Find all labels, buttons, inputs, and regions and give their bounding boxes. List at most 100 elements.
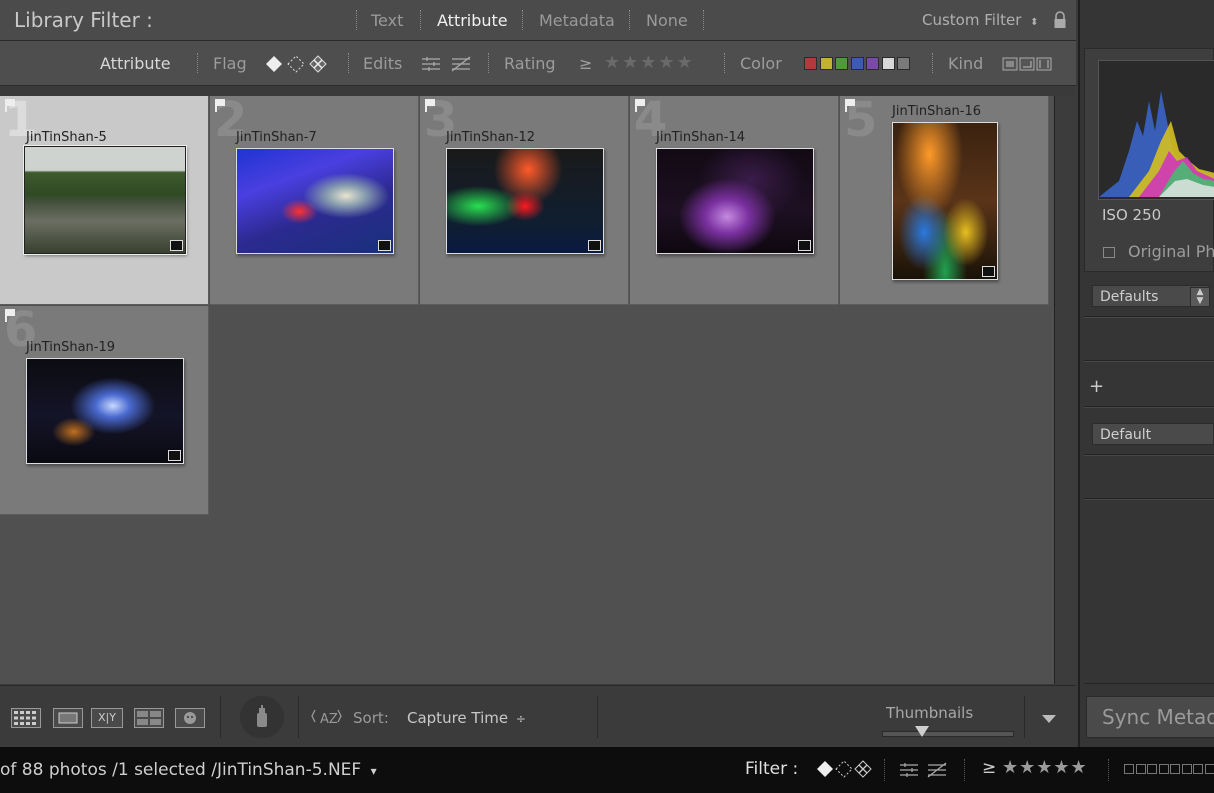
photo-thumbnail[interactable] — [26, 358, 184, 464]
status-color-swatch[interactable] — [1204, 764, 1214, 774]
divider — [1108, 759, 1109, 781]
flag-label: Flag — [213, 54, 247, 73]
filter-preset-dropdown[interactable]: Custom Filter ⬍ — [922, 11, 1039, 29]
color-swatch[interactable] — [866, 57, 879, 70]
status-color-swatch[interactable] — [1193, 764, 1203, 774]
status-color-swatch[interactable] — [1147, 764, 1157, 774]
edits-label: Edits — [363, 54, 403, 73]
virtual-copy-icon — [1019, 57, 1035, 71]
photo-count-status[interactable]: of 88 photos /1 selected /JinTinShan-5.N… — [0, 760, 377, 780]
painter-button[interactable] — [240, 696, 284, 738]
compare-view-icon[interactable]: X|Y — [91, 708, 123, 728]
grid-cell[interactable]: 4 JinTinShan-14 — [630, 92, 839, 305]
flag-icon[interactable] — [215, 99, 225, 112]
develop-badge-icon[interactable] — [588, 240, 601, 251]
photo-thumbnail[interactable] — [656, 148, 814, 254]
grid-cell[interactable]: 1 JinTinShan-5 — [0, 92, 209, 305]
rating-operator[interactable]: ≥ — [579, 54, 592, 73]
status-color-swatch[interactable] — [1158, 764, 1169, 774]
color-swatch[interactable] — [835, 57, 848, 70]
grid-cell[interactable]: 3 JinTinShan-12 — [420, 92, 629, 305]
develop-badge-icon[interactable] — [378, 240, 391, 251]
develop-badge-icon[interactable] — [168, 450, 181, 461]
color-swatch[interactable] — [850, 57, 864, 70]
color-swatch[interactable] — [897, 57, 910, 70]
status-color-swatch[interactable] — [1135, 764, 1146, 774]
survey-view-icon[interactable] — [134, 708, 164, 728]
flag-icon[interactable] — [425, 99, 435, 112]
loupe-view-icon[interactable] — [53, 708, 83, 728]
flagged-icon — [266, 56, 282, 72]
photo-thumbnail[interactable] — [892, 122, 998, 280]
status-color-swatch[interactable] — [1124, 764, 1134, 774]
flag-filter-icons[interactable] — [264, 54, 330, 74]
filter-tab-metadata[interactable]: Metadata — [539, 11, 615, 30]
status-rating-stars[interactable]: ★★★★★ — [1002, 757, 1088, 778]
status-color-swatch[interactable] — [1170, 764, 1180, 774]
rating-label: Rating — [504, 54, 556, 73]
color-swatch[interactable] — [881, 57, 895, 70]
divider — [1024, 696, 1025, 738]
default-preset-label: Default — [1100, 427, 1152, 443]
svg-text:AZ: AZ — [320, 712, 338, 727]
status-bar: of 88 photos /1 selected /JinTinShan-5.N… — [0, 747, 1214, 793]
status-flag-icons[interactable] — [815, 759, 873, 779]
grid-scrollbar[interactable] — [1054, 96, 1076, 684]
lock-icon[interactable] — [1053, 11, 1067, 29]
divider — [1084, 406, 1214, 408]
status-rating-operator[interactable]: ≥ — [982, 758, 996, 778]
divider — [1084, 454, 1214, 456]
defaults-preset-label: Defaults — [1100, 289, 1159, 305]
rating-stars[interactable]: ★★★★★ — [604, 52, 695, 73]
slider-thumb[interactable] — [915, 726, 929, 737]
divider — [1084, 498, 1214, 500]
sort-dropdown[interactable]: Capture Time ÷ — [407, 709, 526, 727]
toolbar-menu-icon[interactable] — [1042, 715, 1056, 723]
divider — [932, 53, 933, 73]
edits-filter-icons[interactable] — [420, 55, 474, 73]
divider — [629, 10, 630, 30]
sort-direction-icon[interactable]: AZ — [310, 706, 342, 730]
flag-icon[interactable] — [5, 309, 15, 322]
library-toolbar: X|Y AZ Sort: Capture Time ÷ Thumbnails — [0, 685, 1076, 748]
flag-icon[interactable] — [845, 99, 855, 112]
people-view-icon[interactable] — [175, 708, 205, 728]
status-edit-icons[interactable] — [898, 761, 950, 779]
stepper-icon[interactable]: ▲ ▼ — [1190, 287, 1210, 307]
thumbnail-size-slider[interactable] — [882, 726, 1014, 737]
photo-thumbnail[interactable] — [446, 148, 604, 254]
status-filter-label: Filter : — [745, 759, 799, 779]
flag-icon[interactable] — [5, 99, 15, 112]
grid-view-icon[interactable] — [11, 708, 41, 728]
develop-badge-icon[interactable] — [982, 266, 995, 277]
color-label: Color — [740, 54, 782, 73]
original-photo-checkbox[interactable] — [1103, 247, 1115, 258]
updown-caret-icon: ⬍ — [1030, 17, 1039, 28]
filter-tab-none[interactable]: None — [646, 11, 688, 30]
divider — [522, 10, 523, 30]
video-icon — [1036, 57, 1052, 71]
divider — [597, 696, 598, 738]
color-swatch[interactable] — [804, 57, 817, 70]
grid-cell[interactable]: 5 JinTinShan-16 — [840, 92, 1049, 305]
thumbnail-grid: 1 JinTinShan-5 2 JinTinShan-7 3 JinTinShan-12… — [0, 92, 1054, 684]
default-preset-dropdown[interactable]: Default — [1092, 423, 1214, 445]
flag-icon[interactable] — [635, 99, 645, 112]
attribute-filter-bar: Attribute Flag Edits Rating ≥ ★★★★★ Colo… — [0, 41, 1076, 86]
color-swatch[interactable] — [819, 57, 833, 70]
add-button[interactable]: + — [1089, 376, 1104, 397]
grid-cell[interactable]: 2 JinTinShan-7 — [210, 92, 419, 305]
attribute-label: Attribute — [100, 54, 171, 73]
filter-tab-text[interactable]: Text — [371, 11, 403, 30]
grid-cell[interactable]: 6 JinTinShan-19 — [0, 302, 209, 515]
photo-thumbnail[interactable] — [23, 145, 187, 255]
kind-filter-icons[interactable] — [1002, 57, 1054, 71]
unedited-icon — [451, 56, 471, 72]
status-color-swatch[interactable] — [1181, 764, 1192, 774]
sync-metadata-button[interactable]: Sync Metadata — [1086, 696, 1214, 738]
develop-badge-icon[interactable] — [170, 240, 183, 251]
photo-thumbnail[interactable] — [236, 148, 394, 254]
divider — [356, 10, 357, 30]
filter-tab-attribute[interactable]: Attribute — [437, 11, 508, 30]
develop-badge-icon[interactable] — [798, 240, 811, 251]
